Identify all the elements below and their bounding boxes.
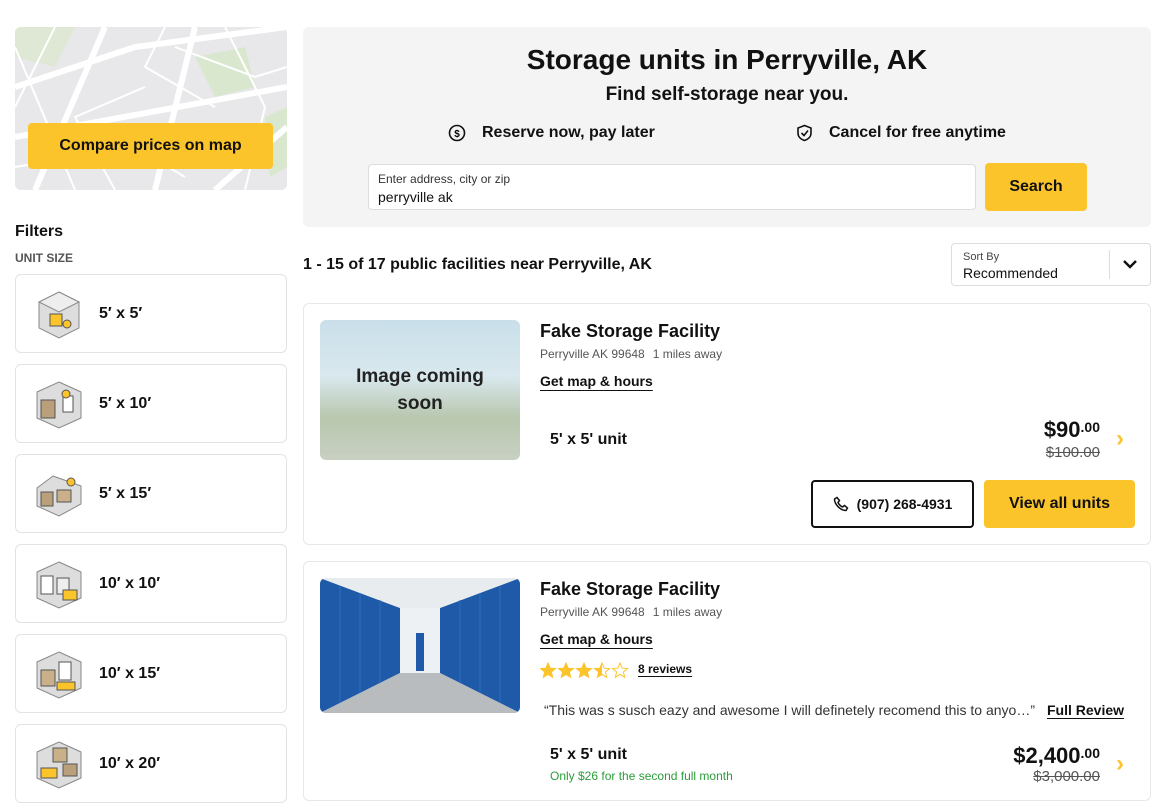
sort-label: Sort By: [963, 251, 1000, 263]
search-input-label: Enter address, city or zip: [378, 172, 511, 186]
unit-size-text: 5' x 5' unit: [550, 746, 627, 763]
original-price: $3,000.00: [1033, 768, 1100, 785]
storage-unit-icon: [36, 380, 82, 429]
perk-reserve: $ Reserve now, pay later: [448, 124, 655, 142]
distance-text: 1 miles away: [652, 605, 723, 619]
filters-heading: Filters: [15, 223, 64, 240]
original-price: $100.00: [1045, 444, 1100, 461]
size-label: 10′ x 15′: [99, 664, 161, 682]
facility-image-placeholder[interactable]: Image coming soon: [320, 320, 520, 460]
distance-text: 1 miles away: [652, 347, 723, 361]
facility-name[interactable]: Fake Storage Facility: [540, 579, 720, 600]
image-coming-soon-text: Image coming soon: [356, 366, 484, 414]
shield-check-icon: [797, 124, 812, 142]
size-filter-10x15[interactable]: 10′ x 15′: [15, 634, 287, 713]
storage-unit-icon: [37, 290, 81, 339]
perk-cancel-label: Cancel for free anytime: [829, 124, 1006, 141]
page-subtitle: Find self-storage near you.: [605, 84, 849, 105]
price-cents: .00: [1080, 419, 1100, 435]
facility-address: Perryville AK 99648 1 miles away: [540, 347, 722, 361]
size-label: 5′ x 10′: [99, 394, 152, 412]
price-dollars: $2,400: [1013, 743, 1081, 768]
review-quote: “This was s susch eazy and awesome I wil…: [544, 702, 1035, 718]
facility-photo[interactable]: [320, 578, 520, 713]
chevron-right-icon[interactable]: ›: [1116, 425, 1124, 453]
storage-unit-icon: [36, 474, 82, 517]
storage-unit-icon: [36, 560, 82, 609]
view-all-units-button[interactable]: View all units: [984, 480, 1135, 528]
size-label: 10′ x 10′: [99, 574, 161, 592]
perk-cancel: Cancel for free anytime: [796, 124, 1006, 142]
storage-hallway-photo: [320, 578, 520, 713]
phone-number: (907) 268-4931: [856, 496, 953, 512]
sort-dropdown[interactable]: Sort By Recommended: [951, 243, 1151, 286]
search-button[interactable]: Search: [985, 163, 1087, 211]
size-filter-5x10[interactable]: 5′ x 10′: [15, 364, 287, 443]
divider: [1109, 250, 1110, 279]
sidebar: Compare prices on map Filters UNIT SIZE …: [15, 27, 287, 803]
unit-price: $90.00: [1044, 417, 1100, 443]
facility-address: Perryville AK 99648 1 miles away: [540, 605, 722, 619]
size-filter-5x5[interactable]: 5′ x 5′: [15, 274, 287, 353]
size-label: 5′ x 5′: [99, 304, 143, 322]
facility-name[interactable]: Fake Storage Facility: [540, 321, 720, 342]
facility-card[interactable]: Fake Storage Facility Perryville AK 9964…: [303, 561, 1151, 801]
chevron-down-icon: [1123, 260, 1137, 269]
size-label: 10′ x 20′: [99, 754, 161, 772]
full-review-link[interactable]: Full Review: [1047, 702, 1124, 718]
phone-icon: [833, 496, 849, 512]
svg-text:$: $: [454, 129, 460, 140]
phone-button[interactable]: (907) 268-4931: [811, 480, 974, 528]
reviews-link[interactable]: 8 reviews: [638, 662, 692, 676]
perk-reserve-label: Reserve now, pay later: [482, 124, 655, 141]
unit-size-text: 5' x 5' unit: [550, 431, 627, 448]
location-search-input[interactable]: Enter address, city or zip perryville ak: [368, 164, 976, 210]
page-title: Storage units in Perryville, AK: [526, 44, 928, 75]
search-input-value[interactable]: perryville ak: [378, 189, 453, 205]
dollar-coin-icon: $: [448, 124, 466, 142]
address-text: Perryville AK 99648: [540, 347, 645, 361]
results-count: 1 - 15 of 17 public facilities near Perr…: [303, 256, 652, 273]
map-hours-link[interactable]: Get map & hours: [540, 373, 653, 389]
price-cents: .00: [1080, 745, 1100, 761]
size-filter-10x10[interactable]: 10′ x 10′: [15, 544, 287, 623]
star-rating: [540, 662, 632, 680]
chevron-right-icon[interactable]: ›: [1116, 750, 1124, 778]
size-label: 5′ x 15′: [99, 484, 152, 502]
storage-unit-icon: [36, 740, 82, 789]
star-rating-icons: [540, 662, 629, 679]
address-text: Perryville AK 99648: [540, 605, 645, 619]
unit-price: $2,400.00: [1013, 743, 1100, 769]
search-hero: Storage units in Perryville, AK Find sel…: [303, 27, 1151, 227]
sort-value: Recommended: [963, 265, 1058, 281]
map-hours-link[interactable]: Get map & hours: [540, 631, 653, 647]
size-filter-10x20[interactable]: 10′ x 20′: [15, 724, 287, 803]
map-preview[interactable]: Compare prices on map: [15, 27, 287, 190]
unit-size-label: UNIT SIZE: [15, 251, 74, 265]
size-filter-5x15[interactable]: 5′ x 15′: [15, 454, 287, 533]
price-dollars: $90: [1043, 417, 1081, 442]
storage-unit-icon: [36, 650, 82, 699]
compare-prices-map-button[interactable]: Compare prices on map: [28, 123, 273, 169]
facility-card[interactable]: Image coming soon Fake Storage Facility …: [303, 303, 1151, 545]
